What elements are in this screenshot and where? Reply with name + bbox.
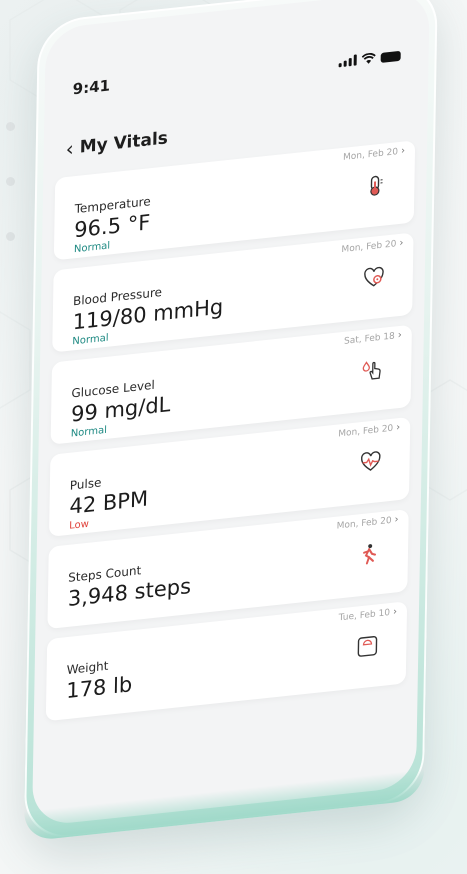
status-bar: 9:41	[73, 44, 401, 101]
heartbeat-icon	[360, 451, 381, 471]
vitals-list: Mon, Feb 20 › Temperature 96.5 °F Normal …	[44, 140, 416, 826]
card-date: Sat, Feb 18 ›	[343, 329, 402, 347]
decorative-dots	[6, 122, 15, 287]
status-time: 9:41	[72, 76, 111, 99]
nav-header[interactable]: ‹ My Vitals	[65, 124, 169, 163]
thermometer-icon	[370, 175, 383, 196]
page-title: My Vitals	[79, 128, 169, 158]
card-label: Pulse	[69, 475, 102, 493]
chevron-left-icon[interactable]: ‹	[66, 136, 74, 161]
card-value: 178 lb	[66, 672, 133, 704]
card-date: Mon, Feb 20 ›	[342, 145, 406, 163]
status-text: Low	[69, 518, 89, 532]
card-date: Mon, Feb 20 ›	[341, 237, 404, 256]
status-text: Normal	[72, 332, 109, 348]
phone-frame: 9:41 ‹ My Vitals Mon, Feb 20 › Temperatur…	[23, 0, 438, 842]
status-text: Normal	[70, 424, 108, 440]
card-date: Tue, Feb 10 ›	[338, 606, 398, 624]
wifi-icon	[361, 52, 376, 64]
scale-icon	[357, 636, 378, 657]
card-date: Mon, Feb 20 ›	[338, 421, 401, 440]
walking-icon	[363, 544, 377, 565]
status-text: Normal	[73, 240, 111, 256]
signal-icon	[338, 53, 357, 67]
heart-gauge-icon	[364, 266, 384, 287]
app-screen: 9:41 ‹ My Vitals Mon, Feb 20 › Temperatur…	[31, 0, 430, 827]
battery-icon	[380, 50, 401, 63]
status-icons	[338, 49, 401, 67]
finger-drop-icon	[362, 361, 381, 380]
card-date: Mon, Feb 20 ›	[336, 514, 399, 532]
